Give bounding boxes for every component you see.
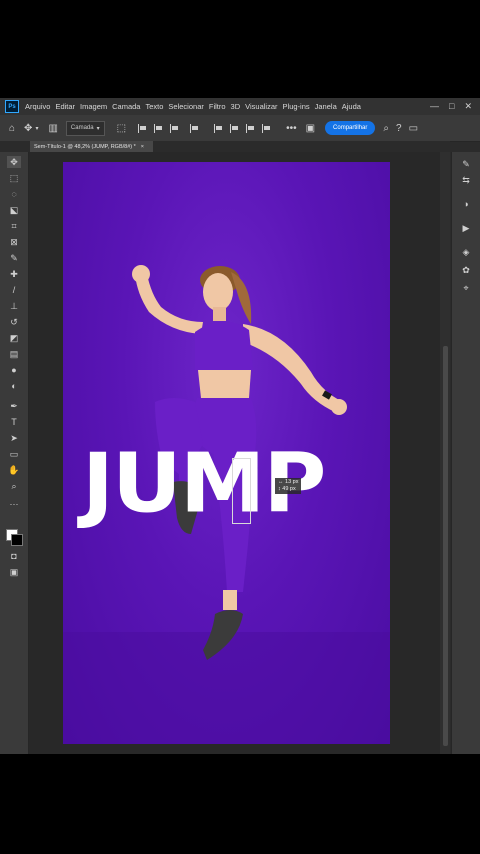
hud-width: ↔ 13 px [278,479,299,485]
document-tab[interactable]: Sem-Título-1 @ 48,2% (JUMP, RGB/8#) * × [30,141,153,152]
document-tab-title: Sem-Título-1 @ 48,2% (JUMP, RGB/8#) * [34,143,136,150]
channels-icon[interactable]: ✿ [460,264,472,276]
paths-icon[interactable]: ⌖ [460,282,472,294]
align-buttons [138,123,272,133]
options-right-icons: ⌕ ? ▭ [383,123,418,134]
more-tools-icon[interactable]: ··· [7,498,21,510]
blur-tool-icon[interactable]: ● [7,364,21,376]
gradient-tool-icon[interactable]: ▤ [7,348,21,360]
menu-filtro[interactable]: Filtro [209,102,226,111]
maximize-button[interactable]: □ [449,101,454,112]
move-tool-icon[interactable]: ✥ [7,156,21,168]
align-left-icon[interactable] [138,123,148,133]
menu-imagem[interactable]: Imagem [80,102,107,111]
more-options-icon[interactable]: ••• [286,123,297,134]
distribute-vertical-icon[interactable] [262,123,272,133]
clone-stamp-tool-icon[interactable]: ⊥ [7,300,21,312]
align-middle-icon[interactable] [230,123,240,133]
share-button[interactable]: Compartilhar [325,121,376,135]
menu-visualizar[interactable]: Visualizar [245,102,277,111]
document-canvas[interactable]: JUMP ↔ 13 px ↕ 49 px [63,162,390,744]
photoshop-logo: Ps [5,100,19,113]
frame-tool-icon[interactable]: ⊠ [7,236,21,248]
play-icon[interactable]: ▶ [460,222,472,234]
3d-mode-icon[interactable]: ▣ [306,123,315,134]
menu-selecionar[interactable]: Selecionar [168,102,203,111]
measurement-hud: ↔ 13 px ↕ 49 px [275,478,302,494]
window-controls: — □ ✕ [430,101,480,112]
crop-tool-icon[interactable]: ⌗ [7,220,21,232]
rectangle-tool-icon[interactable]: ▭ [7,448,21,460]
menu-3d[interactable]: 3D [231,102,241,111]
move-icon[interactable]: ✥ [24,123,32,134]
tools-panel: ✥ ⬚ ◌ ⬕ ⌗ ⊠ ✎ ✚ / ⊥ ↺ ◩ ▤ ● ◐ ✒ T ➤ ▭ ✋ … [0,152,29,754]
lasso-tool-icon[interactable]: ◌ [7,188,21,200]
menu-bar: Ps Arquivo Editar Imagem Camada Texto Se… [0,98,480,115]
eyedropper-tool-icon[interactable]: ✎ [7,252,21,264]
background-color-swatch[interactable] [11,534,23,546]
menu-ajuda[interactable]: Ajuda [342,102,361,111]
dodge-tool-icon[interactable]: ◐ [7,380,21,392]
align-bottom-icon[interactable] [246,123,256,133]
hand-tool-icon[interactable]: ✋ [7,464,21,476]
auto-select-value: Camada [70,125,94,131]
transform-controls-icon[interactable]: ⬚ [117,123,126,134]
hud-height: ↕ 49 px [278,486,296,492]
screen-mode-icon[interactable]: ▣ [7,566,21,578]
right-panel-strip: ✎ ⇆ ◑ ▶ ◈ ✿ ⌖ [451,152,480,754]
path-select-tool-icon[interactable]: ➤ [7,432,21,444]
distribute-icon[interactable] [190,123,200,133]
object-select-tool-icon[interactable]: ⬕ [7,204,21,216]
workspace-icon[interactable]: ▭ [409,123,418,134]
chevron-down-icon: ▾ [96,125,100,132]
close-window-button[interactable]: ✕ [464,101,472,112]
menu-plugins[interactable]: Plug-ins [283,102,310,111]
auto-select-dropdown[interactable]: Camada ▾ [65,120,105,136]
search-icon[interactable]: ⌕ [383,123,389,134]
history-brush-tool-icon[interactable]: ↺ [7,316,21,328]
home-icon[interactable]: ⌂ [9,123,15,134]
help-icon[interactable]: ? [396,123,402,134]
pen-tool-icon[interactable]: ✒ [7,400,21,412]
options-bar: ⌂ ✥ ▾ ▥ Camada ▾ ⬚ ••• ▣ Compartilhar ⌕ … [0,115,480,142]
align-top-icon[interactable] [214,123,224,133]
adjust-icon[interactable]: ⇆ [460,174,472,186]
close-tab-button[interactable]: × [141,144,144,150]
quick-mask-icon[interactable]: ◘ [7,550,21,562]
brush-tool-icon[interactable]: / [7,284,21,296]
type-tool-icon[interactable]: T [7,416,21,428]
marquee-tool-icon[interactable]: ⬚ [7,172,21,184]
menu-texto[interactable]: Texto [145,102,163,111]
menu-camada[interactable]: Camada [112,102,140,111]
color-icon[interactable]: ◑ [460,198,472,210]
menu-janela[interactable]: Janela [315,102,337,111]
minimize-button[interactable]: — [430,101,439,112]
healing-brush-tool-icon[interactable]: ✚ [7,268,21,280]
brush-settings-icon[interactable]: ✎ [460,158,472,170]
menu-arquivo[interactable]: Arquivo [25,102,50,111]
align-right-icon[interactable] [170,123,180,133]
document-tab-bar: Sem-Título-1 @ 48,2% (JUMP, RGB/8#) * × [0,141,450,152]
text-bounding-box[interactable] [232,458,251,524]
eraser-tool-icon[interactable]: ◩ [7,332,21,344]
align-center-icon[interactable] [154,123,164,133]
scrollbar-thumb[interactable] [443,346,448,746]
layers-icon[interactable]: ◈ [460,246,472,258]
chevron-down-icon[interactable]: ▾ [35,125,38,132]
menu-editar[interactable]: Editar [55,102,75,111]
zoom-tool-icon[interactable]: ⌕ [7,480,21,492]
auto-select-checkbox[interactable]: ▥ [48,123,57,134]
